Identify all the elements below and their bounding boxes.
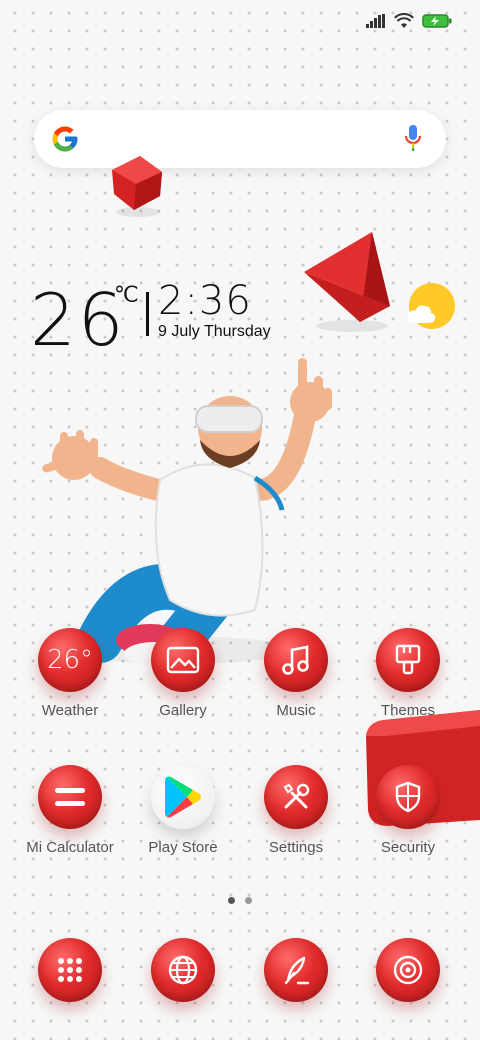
weather-app-temp: 26° [46, 645, 94, 675]
shield-icon [376, 765, 440, 829]
equals-icon [38, 765, 102, 829]
google-search-bar[interactable] [34, 110, 446, 168]
battery-charging-icon [422, 14, 452, 28]
app-label: Gallery [159, 702, 207, 719]
play-store-icon [151, 765, 215, 829]
app-music[interactable]: Music [246, 628, 346, 719]
gallery-icon [151, 628, 215, 692]
mic-icon[interactable] [404, 124, 422, 152]
music-note-icon [264, 628, 328, 692]
google-logo-icon [52, 126, 78, 152]
page-dot[interactable] [245, 897, 252, 904]
app-label: Security [380, 839, 436, 856]
page-dot-active[interactable] [228, 897, 235, 904]
sun-cloud-icon [408, 283, 455, 329]
clock-time[interactable]: 2:36 [158, 278, 252, 324]
app-gallery[interactable]: Gallery [133, 628, 233, 719]
app-label: Weather [41, 702, 99, 719]
widget-divider [146, 292, 149, 336]
paintbrush-icon [376, 628, 440, 692]
dock-notes[interactable] [246, 938, 346, 1002]
app-label: Mi Calculator [26, 839, 114, 856]
signal-icon [366, 14, 385, 28]
red-cube-decoration [112, 156, 162, 217]
app-label: Play Store [148, 839, 218, 856]
red-pyramid-decoration [304, 232, 390, 332]
status-bar [366, 10, 452, 32]
dock-app-drawer[interactable] [20, 938, 120, 1002]
camera-lens-icon [376, 938, 440, 1002]
dock-browser[interactable] [133, 938, 233, 1002]
temperature-unit: ℃ [114, 282, 139, 307]
app-themes[interactable]: Themes [358, 628, 458, 719]
app-label: Themes [380, 702, 436, 719]
app-weather[interactable]: 26° Weather [20, 628, 120, 719]
dock-camera[interactable] [358, 938, 458, 1002]
globe-icon [151, 938, 215, 1002]
grid-dots-icon [38, 938, 102, 1002]
app-play-store[interactable]: Play Store [133, 765, 233, 856]
tools-icon [264, 765, 328, 829]
app-mi-calculator[interactable]: Mi Calculator [20, 765, 120, 856]
clock-date: 9 July Thursday [158, 323, 271, 340]
app-label: Settings [268, 839, 324, 856]
app-label: Music [276, 702, 316, 719]
weather-app-icon: 26° [38, 628, 102, 692]
page-indicator [228, 897, 252, 904]
feather-pen-icon [264, 938, 328, 1002]
app-security[interactable]: Security [358, 765, 458, 856]
app-settings[interactable]: Settings [246, 765, 346, 856]
wifi-icon [394, 13, 414, 28]
